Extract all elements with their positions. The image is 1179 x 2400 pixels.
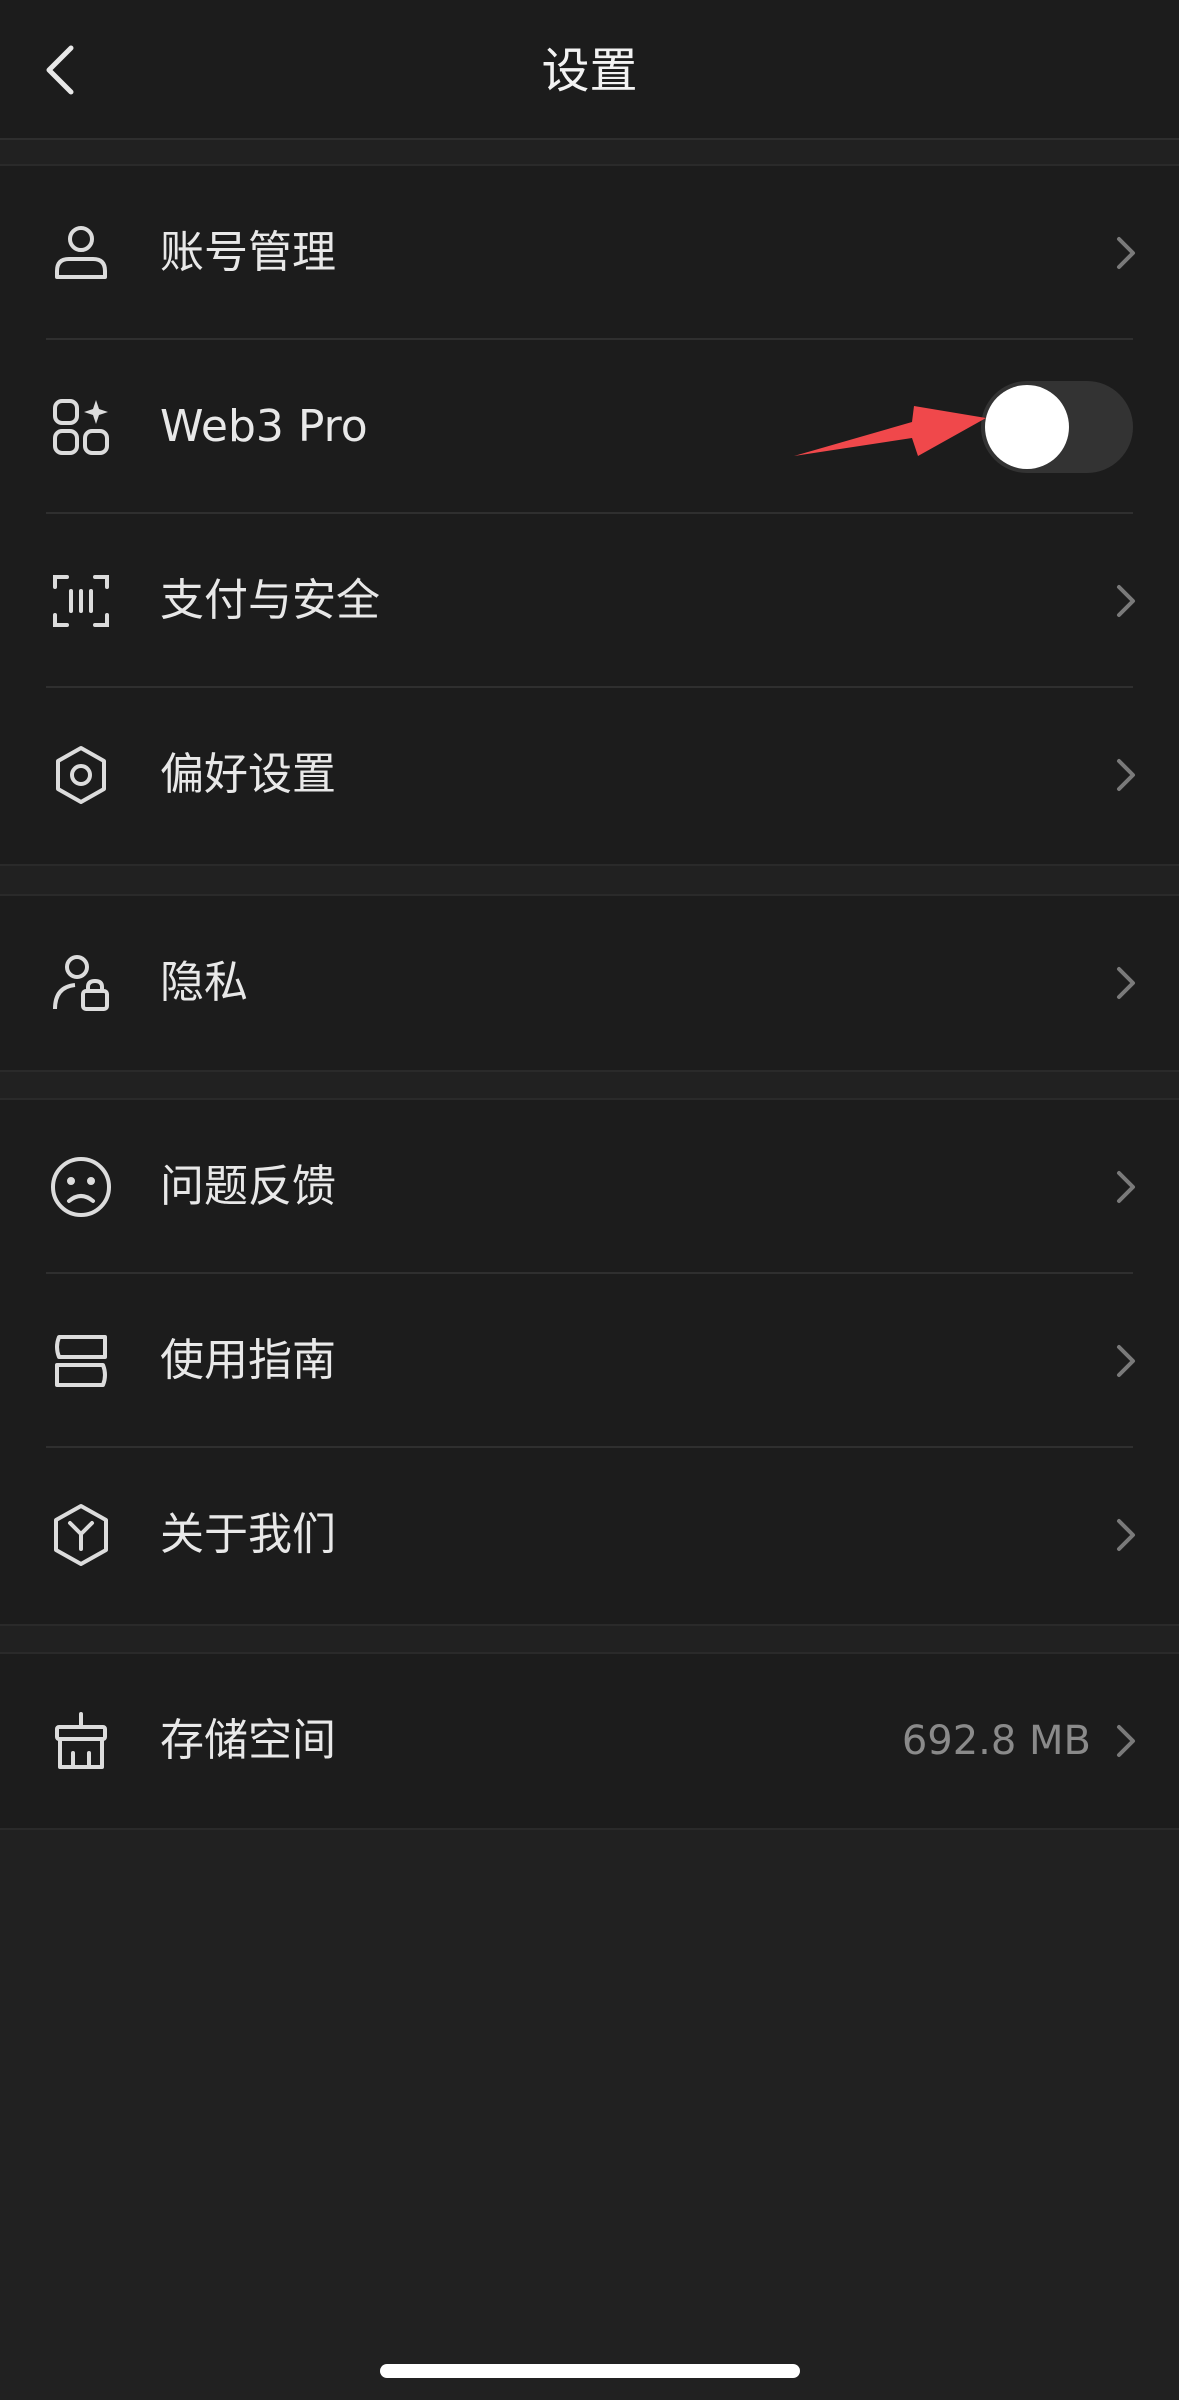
chevron-right-icon [1117,237,1135,269]
settings-group-account: 账号管理 Web3 Pro 支付与安全 偏好设置 [0,164,1179,866]
chevron-right-icon [1117,585,1135,617]
annotation-arrow-icon [794,406,986,456]
settings-row-storage[interactable]: 存储空间 692.8 MB [0,1654,1179,1828]
settings-group-privacy: 隐私 [0,894,1179,1072]
row-label: 使用指南 [160,1335,336,1386]
chevron-right-icon [1117,1725,1135,1757]
user-lock-icon [46,948,116,1018]
page-title: 设置 [541,43,638,99]
settings-row-privacy[interactable]: 隐私 [0,896,1179,1070]
settings-row-preferences[interactable]: 偏好设置 [0,688,1179,862]
toggle-knob [985,385,1069,469]
navigation-bar: 设置 [0,0,1179,140]
gear-icon [46,740,116,810]
row-label: 问题反馈 [160,1161,336,1212]
row-label: 关于我们 [160,1509,336,1560]
row-label: 支付与安全 [160,575,380,626]
chevron-right-icon [1117,759,1135,791]
sad-face-icon [46,1152,116,1222]
chevron-right-icon [1117,1519,1135,1551]
web3-pro-toggle[interactable] [981,381,1133,473]
cube-icon [46,1500,116,1570]
row-label: 账号管理 [160,227,336,278]
row-label: 存储空间 [160,1715,336,1766]
chevron-right-icon [1117,1345,1135,1377]
settings-row-payment-security[interactable]: 支付与安全 [0,514,1179,688]
settings-row-about-us[interactable]: 关于我们 [0,1448,1179,1622]
chevron-right-icon [1117,1171,1135,1203]
settings-group-help: 问题反馈 使用指南 关于我们 [0,1098,1179,1626]
user-icon [46,218,116,288]
settings-row-account-management[interactable]: 账号管理 [0,166,1179,340]
row-label: Web3 Pro [160,401,368,452]
row-label: 偏好设置 [160,749,336,800]
settings-row-web3-pro[interactable]: Web3 Pro [0,340,1179,514]
book-icon [46,1326,116,1396]
settings-group-storage: 存储空间 692.8 MB [0,1652,1179,1830]
row-label: 隐私 [160,957,248,1008]
chevron-right-icon [1117,967,1135,999]
settings-row-feedback[interactable]: 问题反馈 [0,1100,1179,1274]
storage-size-value: 692.8 MB [901,1718,1091,1764]
apps-sparkle-icon [46,392,116,462]
scan-icon [46,566,116,636]
broom-icon [46,1706,116,1776]
settings-row-user-guide[interactable]: 使用指南 [0,1274,1179,1448]
home-indicator[interactable] [380,2364,800,2378]
